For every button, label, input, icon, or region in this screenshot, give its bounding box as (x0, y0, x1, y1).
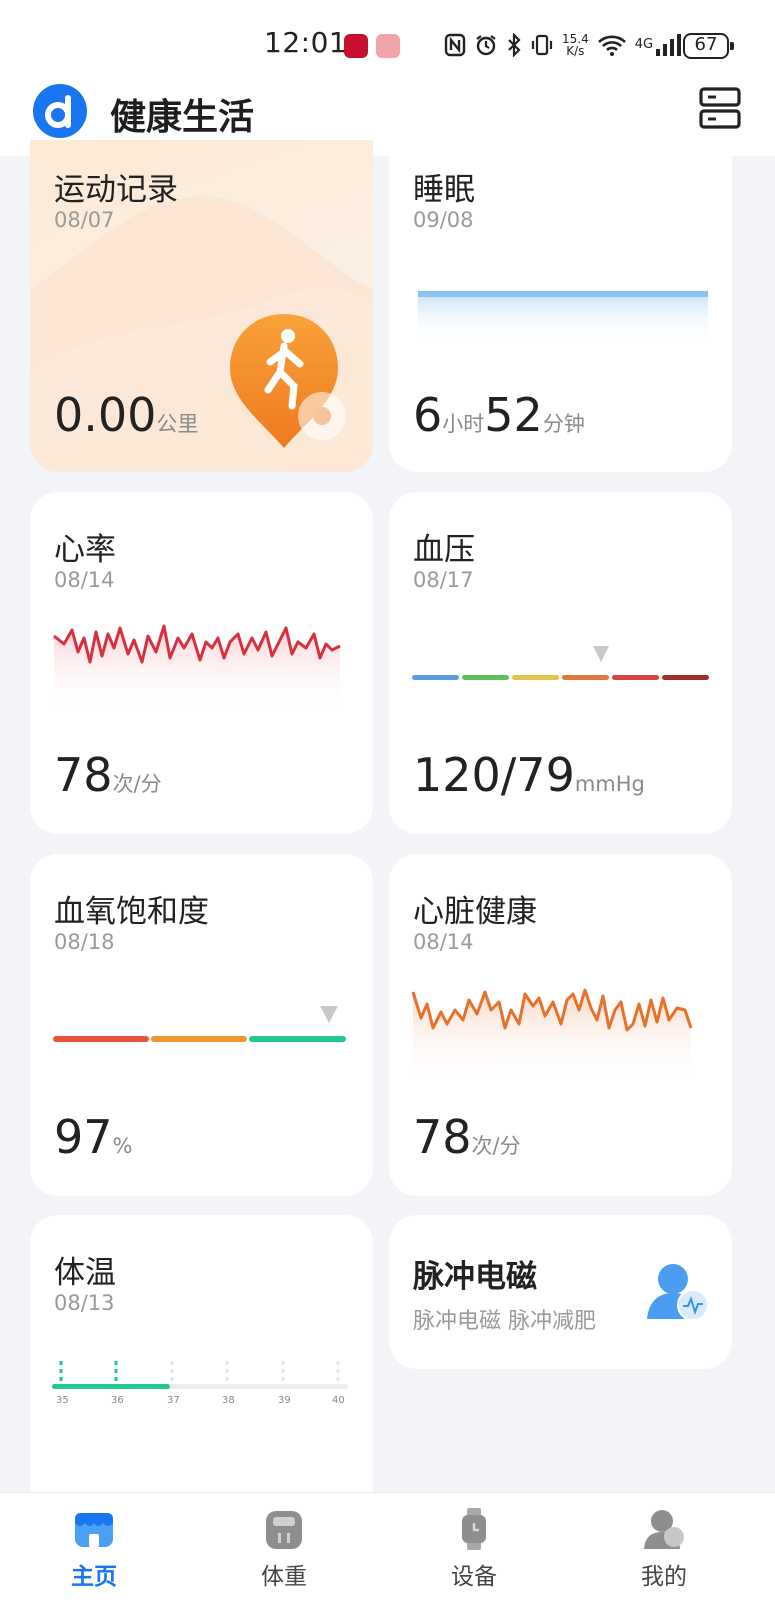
distance-unit: 公里 (156, 412, 199, 436)
sleep-duration-row: 6小时52分钟 (413, 388, 585, 442)
blood-pressure-unit: mmHg (574, 772, 645, 796)
spo2-level-marker-icon (320, 1006, 338, 1023)
wifi-icon (597, 35, 626, 56)
network-type: 4G (634, 37, 654, 52)
sleep-minutes-value: 52 (484, 388, 543, 442)
card-date: 08/18 (54, 930, 115, 954)
heart-health-value: 78 (413, 1110, 472, 1164)
heart-rate-value-row: 78次/分 (54, 748, 162, 802)
blood-oxygen-card[interactable]: 血氧饱和度 08/18 97% (30, 854, 373, 1196)
signal-icon (656, 34, 682, 56)
page-title: 健康生活 (110, 97, 255, 138)
home-store-icon (75, 1513, 113, 1547)
app-notification-icon (344, 34, 368, 58)
card-title: 体温 (54, 1255, 116, 1291)
app-notification-icon (376, 34, 400, 58)
body-temperature-card[interactable]: 体温 08/13 35 36 37 38 39 40 (30, 1215, 373, 1495)
heart-rate-card[interactable]: 心率 08/14 78次/分 (30, 492, 373, 834)
battery-indicator: 67 (683, 33, 734, 59)
heart-health-card[interactable]: 心脏健康 08/14 78次/分 (389, 854, 732, 1196)
menu-button[interactable] (698, 86, 742, 130)
blood-pressure-value-row: 120/79mmHg (413, 748, 645, 802)
temperature-tick-label: 39 (278, 1395, 291, 1406)
heart-health-unit: 次/分 (471, 1134, 521, 1158)
card-date: 08/14 (54, 568, 115, 592)
heart-rate-wave (53, 624, 341, 714)
blood-oxygen-value: 97 (54, 1110, 113, 1164)
card-title: 血压 (413, 532, 475, 568)
card-title: 运动记录 (54, 172, 178, 208)
layout-menu-icon (699, 87, 741, 129)
nav-item-device[interactable]: 设备 (414, 1493, 534, 1600)
nav-label: 设备 (451, 1564, 497, 1590)
bp-level-marker-icon (593, 646, 609, 662)
pulse-emf-card[interactable]: 脉冲电磁 脉冲电磁 脉冲减肥 (389, 1215, 732, 1369)
profile-icon (644, 1510, 684, 1549)
nav-item-weight[interactable]: 体重 (224, 1493, 344, 1600)
heart-health-wave (411, 988, 693, 1086)
sleep-chart (418, 291, 708, 344)
nav-label: 主页 (71, 1564, 117, 1590)
temperature-tick-label: 35 (56, 1395, 69, 1406)
card-date: 08/13 (54, 1291, 115, 1315)
blood-oxygen-unit: % (112, 1134, 133, 1158)
nav-label: 我的 (641, 1564, 687, 1590)
temperature-tick-label: 38 (222, 1395, 235, 1406)
status-time: 12:01 (264, 26, 348, 59)
exercise-record-card[interactable]: 运动记录 08/07 0.00公里 (30, 140, 373, 472)
temperature-tick-label: 36 (111, 1395, 124, 1406)
card-subtitle: 脉冲电磁 脉冲减肥 (413, 1309, 596, 1334)
card-title: 心率 (54, 532, 116, 568)
nav-item-profile[interactable]: 我的 (604, 1493, 724, 1600)
sleep-hours-value: 6 (413, 388, 443, 442)
nfc-icon (444, 33, 466, 57)
sleep-hours-unit: 小时 (442, 412, 485, 436)
card-date: 09/08 (413, 208, 474, 232)
distance-value: 0.00 (54, 388, 157, 442)
card-date: 08/17 (413, 568, 474, 592)
alarm-icon (476, 35, 496, 56)
vibrate-icon (531, 34, 553, 56)
distance-value-row: 0.00公里 (54, 388, 198, 442)
blood-pressure-value: 120/79 (413, 748, 575, 802)
card-title: 脉冲电磁 (413, 1259, 537, 1295)
card-date: 08/07 (54, 208, 115, 232)
heart-health-value-row: 78次/分 (413, 1110, 521, 1164)
watch-icon (462, 1508, 486, 1550)
blood-pressure-scale (412, 646, 709, 680)
blood-oxygen-value-row: 97% (54, 1110, 133, 1164)
heart-rate-value: 78 (54, 748, 113, 802)
bluetooth-icon (508, 33, 521, 57)
card-date: 08/14 (413, 930, 474, 954)
card-title: 血氧饱和度 (54, 894, 209, 930)
scale-icon (266, 1511, 302, 1549)
status-bar: 12:01 15.4 K/s 4G 67 (0, 0, 775, 84)
nav-item-home[interactable]: 主页 (34, 1493, 154, 1600)
running-person-icon (230, 314, 346, 448)
card-title: 心脏健康 (413, 894, 537, 930)
temperature-tick-label: 37 (167, 1395, 180, 1406)
network-speed: 15.4 K/s (562, 33, 589, 57)
blood-pressure-card[interactable]: 血压 08/17 120/79mmHg (389, 492, 732, 834)
card-title: 睡眠 (413, 172, 475, 208)
nav-label: 体重 (261, 1564, 307, 1590)
blood-oxygen-scale (53, 1006, 346, 1042)
app-logo-icon (33, 84, 87, 138)
temperature-scale (52, 1361, 348, 1389)
person-pulse-icon (647, 1264, 709, 1321)
status-icons: 15.4 K/s 4G (444, 28, 682, 62)
sleep-card[interactable]: 睡眠 09/08 6小时52分钟 (389, 140, 732, 472)
network-speed-unit: K/s (566, 44, 585, 58)
sleep-minutes-unit: 分钟 (542, 412, 585, 436)
bottom-navigation: 主页 体重 设备 我的 (0, 1492, 775, 1600)
heart-rate-unit: 次/分 (112, 772, 162, 796)
temperature-tick-label: 40 (332, 1395, 345, 1406)
